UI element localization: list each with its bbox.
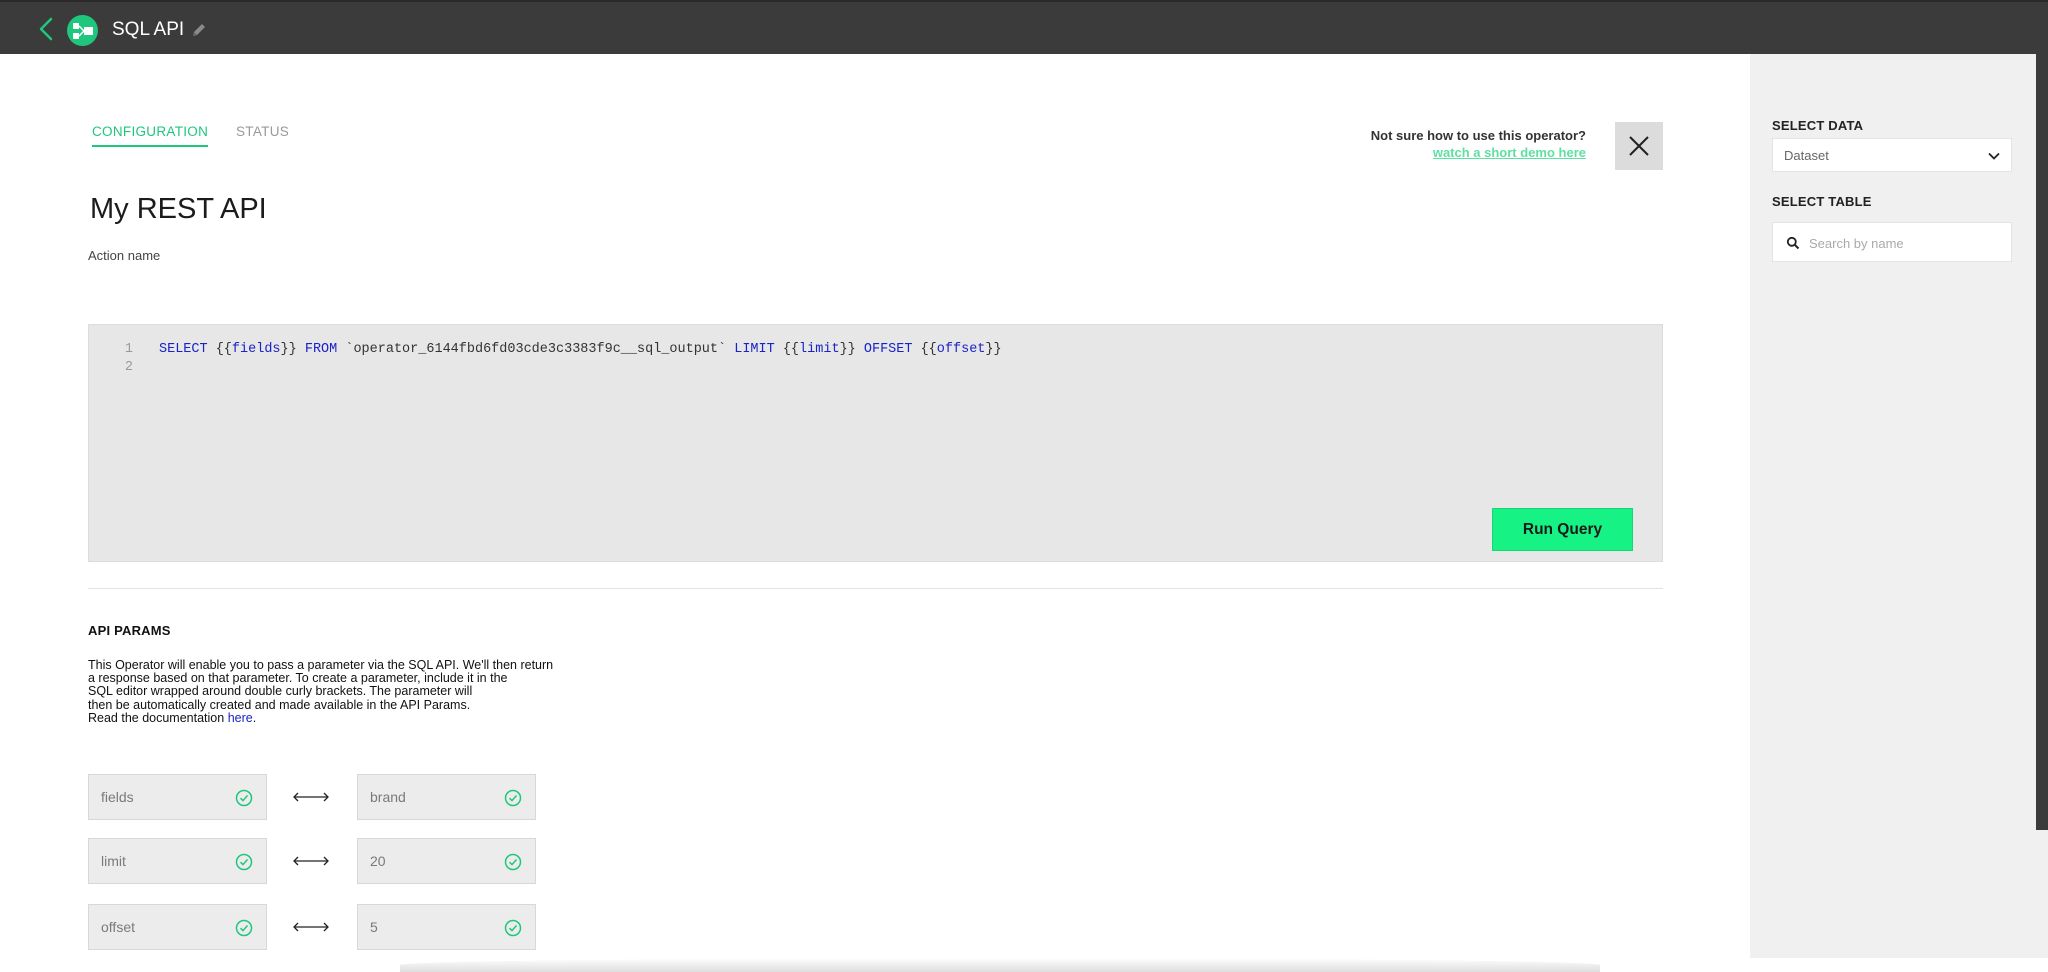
sql-text: }} xyxy=(280,342,305,357)
close-button[interactable] xyxy=(1615,122,1663,170)
param-name-field[interactable]: fields xyxy=(88,774,267,820)
top-bar: SQL API xyxy=(0,0,2048,54)
param-name-field[interactable]: offset xyxy=(88,904,267,950)
param-name: fields xyxy=(101,789,134,805)
line-number: 2 xyxy=(124,360,133,375)
close-icon xyxy=(1629,136,1649,156)
scrollbar[interactable] xyxy=(2036,54,2048,830)
sql-editor[interactable]: 1 2 SELECT {{fields}} FROM `operator_614… xyxy=(88,324,1663,562)
sql-variable: fields xyxy=(231,342,281,357)
sql-table-name: `operator_6144fbd6fd03cde3c3383f9c__sql_… xyxy=(337,342,735,357)
double-arrow-icon xyxy=(293,922,329,932)
sql-variable: offset xyxy=(936,342,986,357)
check-circle-icon xyxy=(235,919,253,937)
param-value: 20 xyxy=(370,853,386,869)
check-circle-icon xyxy=(235,853,253,871)
api-params-description: This Operator will enable you to pass a … xyxy=(88,658,588,725)
param-value-field[interactable]: 20 xyxy=(357,838,536,884)
description-line: SQL editor wrapped around double curly b… xyxy=(88,684,473,699)
check-circle-icon xyxy=(504,853,522,871)
bottom-shadow xyxy=(400,958,1600,972)
doc-suffix: . xyxy=(252,710,257,725)
param-name-field[interactable]: limit xyxy=(88,838,267,884)
search-icon xyxy=(1786,236,1800,250)
check-circle-icon xyxy=(235,789,253,807)
sql-text: {{ xyxy=(207,342,232,357)
sql-keyword: SELECT xyxy=(159,342,208,357)
param-value-field[interactable]: brand xyxy=(357,774,536,820)
doc-prefix: Read the documentation xyxy=(88,710,228,725)
double-arrow-icon xyxy=(293,856,329,866)
param-name: limit xyxy=(101,853,126,869)
table-search xyxy=(1772,222,2012,262)
dataset-select-value: Dataset xyxy=(1784,147,1829,163)
page-title[interactable]: My REST API xyxy=(90,193,267,226)
line-number: 1 xyxy=(124,342,133,357)
check-circle-icon xyxy=(504,789,522,807)
sql-keyword: LIMIT xyxy=(734,342,775,357)
check-circle-icon xyxy=(504,919,522,937)
chevron-down-icon xyxy=(1988,152,2000,160)
param-row-offset: offset 5 xyxy=(88,904,538,950)
sql-text: {{ xyxy=(912,342,937,357)
right-sidebar: SELECT DATA Dataset SELECT TABLE xyxy=(1750,54,2048,958)
sql-keyword: FROM xyxy=(304,342,338,357)
tab-status[interactable]: STATUS xyxy=(236,124,289,139)
param-name: offset xyxy=(101,919,135,935)
line-numbers: 1 2 xyxy=(123,341,133,377)
sql-code-line[interactable]: SELECT {{fields}} FROM `operator_6144fbd… xyxy=(159,341,1002,359)
select-data-label: SELECT DATA xyxy=(1772,118,1864,133)
param-row-fields: fields brand xyxy=(88,774,538,820)
tab-configuration[interactable]: CONFIGURATION xyxy=(92,124,209,147)
app-title: SQL API xyxy=(112,19,185,40)
param-row-limit: limit 20 xyxy=(88,838,538,884)
documentation-link[interactable]: here xyxy=(228,711,253,725)
sql-text: {{ xyxy=(774,342,800,357)
app-root: SQL API CONFIGURATION STATUS Not sure ho… xyxy=(0,0,2048,972)
double-arrow-icon xyxy=(293,792,329,802)
table-search-input[interactable] xyxy=(1809,231,2005,255)
sql-variable: limit xyxy=(799,342,840,357)
pencil-icon[interactable] xyxy=(190,21,208,39)
param-value-field[interactable]: 5 xyxy=(357,904,536,950)
chevron-left-icon[interactable] xyxy=(36,16,58,42)
sql-keyword: OFFSET xyxy=(863,342,913,357)
dataset-select[interactable]: Dataset xyxy=(1772,138,2012,172)
sql-text: }} xyxy=(839,342,864,357)
section-divider xyxy=(88,588,1663,589)
param-value: 5 xyxy=(370,919,378,935)
demo-link[interactable]: watch a short demo here xyxy=(1433,145,1586,160)
api-params-heading: API PARAMS xyxy=(88,623,171,638)
help-question: Not sure how to use this operator? xyxy=(1370,128,1586,143)
select-table-label: SELECT TABLE xyxy=(1772,194,1872,209)
param-value: brand xyxy=(370,789,406,805)
operator-logo-icon xyxy=(67,15,98,46)
sql-text: }} xyxy=(985,342,1002,357)
action-name-label: Action name xyxy=(88,248,161,263)
description-line: Read the documentation here. xyxy=(88,710,588,725)
run-query-button[interactable]: Run Query xyxy=(1492,508,1633,551)
